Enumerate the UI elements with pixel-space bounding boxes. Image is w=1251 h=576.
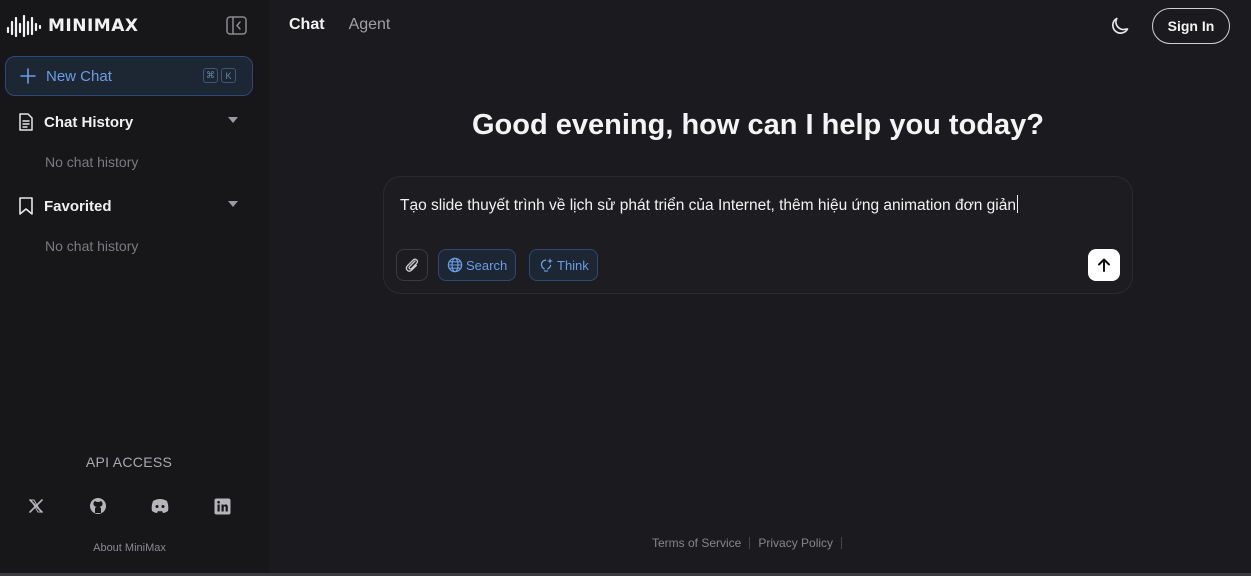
- chevron-down-icon: [228, 117, 238, 123]
- think-label: Think: [557, 257, 589, 273]
- prompt-input[interactable]: Tạo slide thuyết trình về lịch sử phát t…: [400, 195, 1116, 215]
- chat-history-empty: No chat history: [45, 154, 139, 170]
- footer-divider: [749, 537, 751, 549]
- search-label: Search: [466, 257, 508, 273]
- tab-chat[interactable]: Chat: [289, 16, 325, 34]
- attach-button[interactable]: [396, 249, 428, 281]
- document-icon: [19, 113, 33, 131]
- new-chat-button[interactable]: New Chat ⌘ K: [5, 56, 253, 96]
- app-root: MINIMAX New Chat ⌘ K Chat History No cha…: [0, 0, 1251, 576]
- moon-icon: [1112, 17, 1129, 34]
- about-link[interactable]: About MiniMax: [0, 542, 259, 554]
- minimax-logo-icon: [6, 14, 42, 38]
- social-links: [0, 495, 269, 517]
- think-toggle-button[interactable]: Think: [529, 249, 598, 281]
- terms-of-service-link[interactable]: Terms of Service: [652, 536, 741, 550]
- command-key: ⌘: [203, 68, 218, 83]
- bookmark-icon: [19, 197, 33, 215]
- github-icon[interactable]: [87, 495, 109, 517]
- linkedin-icon[interactable]: [211, 495, 233, 517]
- prompt-text: Tạo slide thuyết trình về lịch sử phát t…: [400, 197, 1016, 214]
- api-access-link[interactable]: API ACCESS: [8, 448, 250, 476]
- sidebar: MINIMAX New Chat ⌘ K Chat History No cha…: [0, 0, 269, 573]
- favorited-label: Favorited: [44, 197, 112, 215]
- favorited-empty: No chat history: [45, 238, 139, 254]
- text-cursor: [1016, 195, 1018, 213]
- chevron-down-icon: [228, 201, 238, 207]
- brand[interactable]: MINIMAX: [6, 12, 138, 40]
- sidebar-collapse-icon: [226, 16, 247, 35]
- send-button[interactable]: [1088, 249, 1120, 281]
- tab-agent[interactable]: Agent: [349, 16, 391, 34]
- globe-icon: [447, 257, 463, 273]
- chat-composer: Tạo slide thuyết trình về lịch sử phát t…: [383, 176, 1133, 294]
- favorited-toggle[interactable]: Favorited: [18, 195, 242, 217]
- footer: Terms of Service Privacy Policy: [652, 536, 850, 550]
- chat-history-label: Chat History: [44, 113, 134, 131]
- collapse-sidebar-button[interactable]: [226, 16, 247, 35]
- search-toggle-button[interactable]: Search: [438, 249, 517, 281]
- theme-toggle-button[interactable]: [1108, 14, 1132, 38]
- new-chat-label: New Chat: [46, 67, 112, 85]
- k-key: K: [221, 68, 236, 83]
- shortcut-hint: ⌘ K: [203, 68, 236, 83]
- chat-history-toggle[interactable]: Chat History: [18, 111, 242, 133]
- greeting-title: Good evening, how can I help you today?: [472, 109, 1044, 141]
- plus-icon: [20, 68, 36, 84]
- privacy-policy-link[interactable]: Privacy Policy: [758, 536, 833, 550]
- arrow-up-icon: [1098, 258, 1110, 272]
- footer-divider: [841, 537, 843, 549]
- x-icon[interactable]: [25, 495, 47, 517]
- sign-in-button[interactable]: Sign In: [1152, 8, 1230, 44]
- sparkle-bulb-icon: [540, 258, 553, 272]
- brand-name: MINIMAX: [48, 16, 139, 36]
- mode-tabs: Chat Agent: [289, 16, 390, 34]
- discord-icon[interactable]: [149, 495, 171, 517]
- paperclip-icon: [405, 258, 419, 272]
